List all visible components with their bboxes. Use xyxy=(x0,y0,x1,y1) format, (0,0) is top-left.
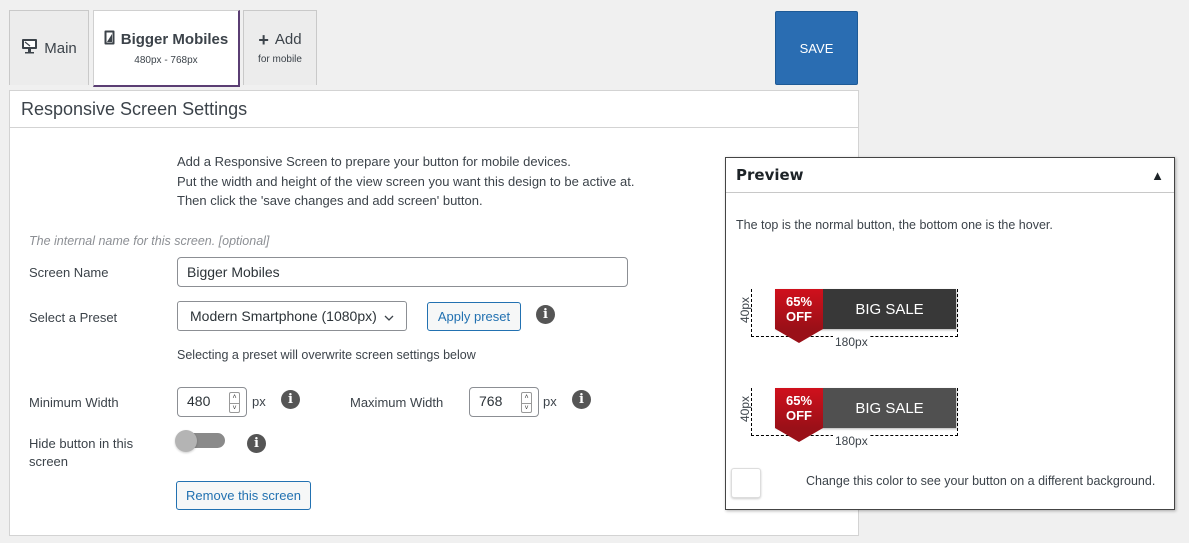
preview-panel: Preview ▲ The top is the normal button, … xyxy=(725,157,1175,510)
info-icon[interactable]: i xyxy=(247,434,266,453)
hide-button-label: Hide button in this screen xyxy=(29,436,134,469)
tab-main-label: Main xyxy=(44,39,77,57)
spin-down-icon[interactable]: ˅ xyxy=(522,404,531,414)
spin-up-icon[interactable]: ˄ xyxy=(230,393,239,404)
preset-note: Selecting a preset will overwrite screen… xyxy=(177,348,476,362)
screen-name-input[interactable] xyxy=(177,257,628,287)
spin-down-icon[interactable]: ˅ xyxy=(230,404,239,414)
info-icon[interactable]: i xyxy=(281,390,300,409)
collapse-arrow-icon[interactable]: ▲ xyxy=(1151,168,1164,183)
sale-button-normal[interactable]: 65% OFF BIG SALE xyxy=(775,289,956,343)
intro-line: Then click the 'save changes and add scr… xyxy=(177,193,483,208)
badge-off: OFF xyxy=(786,408,812,423)
min-width-unit: px xyxy=(252,394,266,409)
panel-title: Responsive Screen Settings xyxy=(10,91,858,128)
remove-screen-button[interactable]: Remove this screen xyxy=(176,481,311,510)
preview-title: Preview xyxy=(736,166,804,184)
mobile-icon xyxy=(104,30,115,49)
tab-add-sub: for mobile xyxy=(258,54,302,65)
intro-line: Add a Responsive Screen to prepare your … xyxy=(177,154,571,169)
min-width-input[interactable]: 480 ˄ ˅ xyxy=(177,387,247,417)
sale-button-hover[interactable]: 65% OFF BIG SALE xyxy=(775,388,956,442)
apply-preset-button[interactable]: Apply preset xyxy=(427,302,521,331)
tab-bigger-mobiles-range: 480px - 768px xyxy=(134,55,198,66)
spin-up-icon[interactable]: ˄ xyxy=(522,393,531,404)
chevron-down-icon xyxy=(384,308,394,324)
preset-selected: Modern Smartphone (1080px) xyxy=(190,308,377,324)
desktop-icon xyxy=(21,38,38,58)
preview-description: The top is the normal button, the bottom… xyxy=(736,218,1053,232)
max-width-spinner[interactable]: ˄ ˅ xyxy=(521,392,532,413)
tab-add-label: Add xyxy=(274,31,302,48)
width-label: 180px xyxy=(833,434,870,448)
preset-select[interactable]: Modern Smartphone (1080px) xyxy=(177,301,407,331)
max-width-value: 768 xyxy=(479,393,503,409)
intro-text: Add a Responsive Screen to prepare your … xyxy=(177,152,634,211)
toggle-knob xyxy=(175,430,197,452)
max-width-label: Maximum Width xyxy=(350,395,444,410)
max-width-input[interactable]: 768 ˄ ˅ xyxy=(469,387,539,417)
background-color-picker[interactable] xyxy=(731,468,761,498)
badge-off: OFF xyxy=(786,309,812,324)
width-label: 180px xyxy=(833,335,870,349)
discount-badge: 65% OFF xyxy=(775,289,823,343)
tab-bigger-mobiles[interactable]: Bigger Mobiles 480px - 768px xyxy=(93,10,240,87)
preset-label: Select a Preset xyxy=(29,310,118,325)
tab-bigger-mobiles-label: Bigger Mobiles xyxy=(120,31,229,48)
info-icon[interactable]: i xyxy=(536,305,555,324)
badge-percent: 65% xyxy=(785,294,813,309)
background-color-note: Change this color to see your button on … xyxy=(806,474,1156,488)
tab-add-mobile[interactable]: + Add for mobile xyxy=(243,10,317,85)
discount-badge: 65% OFF xyxy=(775,388,823,442)
sale-label: BIG SALE xyxy=(855,399,924,417)
intro-line: Put the width and height of the view scr… xyxy=(177,173,635,189)
hide-button-toggle[interactable] xyxy=(175,430,227,452)
preview-header[interactable]: Preview ▲ xyxy=(726,158,1174,193)
badge-percent: 65% xyxy=(785,393,813,408)
plus-icon: + xyxy=(258,29,269,50)
save-button[interactable]: SAVE xyxy=(775,11,858,85)
preview-hover-button: 40px 65% OFF BIG SALE 180px xyxy=(738,388,959,448)
sale-label: BIG SALE xyxy=(855,300,924,318)
screen-name-hint: The internal name for this screen. [opti… xyxy=(29,234,270,248)
height-label: 40px xyxy=(738,296,752,324)
height-label: 40px xyxy=(738,395,752,423)
tab-main[interactable]: Main xyxy=(9,10,89,85)
screen-name-label: Screen Name xyxy=(29,265,109,280)
min-width-value: 480 xyxy=(187,393,211,409)
preview-normal-button: 40px 65% OFF BIG SALE 180px xyxy=(738,289,959,349)
min-width-spinner[interactable]: ˄ ˅ xyxy=(229,392,240,413)
info-icon[interactable]: i xyxy=(572,390,591,409)
min-width-label: Minimum Width xyxy=(29,395,119,410)
max-width-unit: px xyxy=(543,394,557,409)
